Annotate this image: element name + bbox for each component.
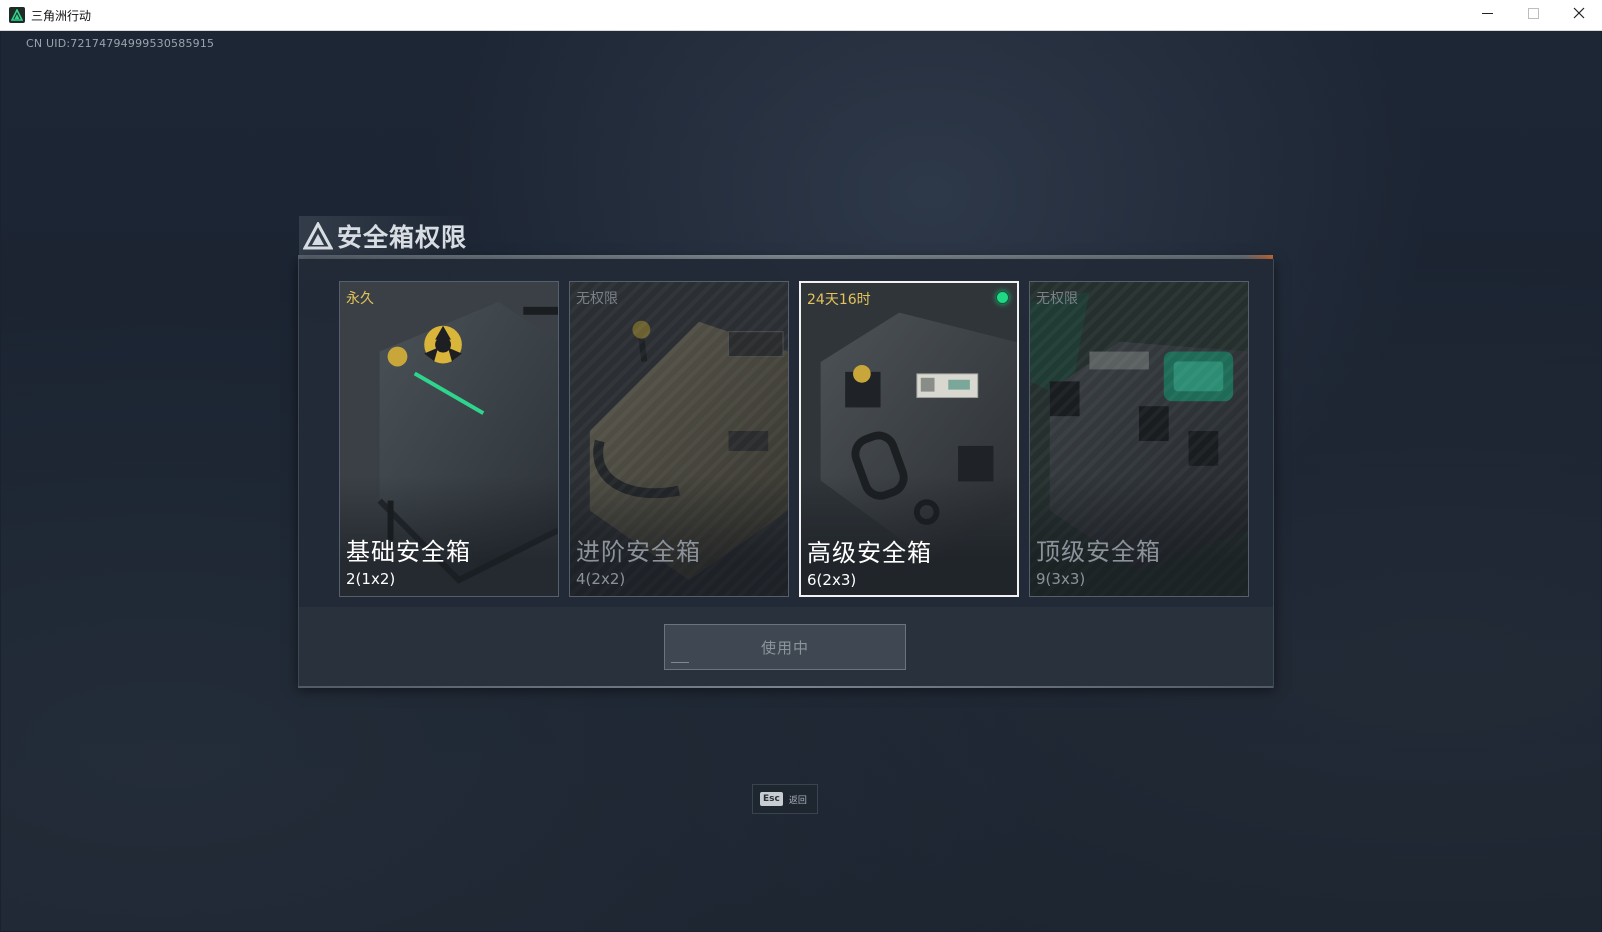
- safe-box-card-list: 永久 基础安全箱 2(1x2) 无权限 进阶安全箱 4(2x2) 24天16时 …: [339, 281, 1249, 597]
- close-icon: [1573, 7, 1585, 23]
- card-capacity: 4(2x2): [576, 570, 626, 588]
- dialog-title: 安全箱权限: [337, 223, 468, 252]
- esc-back-button[interactable]: Esc 返回: [752, 784, 818, 814]
- in-use-label: 使用中: [760, 638, 809, 657]
- app-logo-icon: [9, 7, 25, 23]
- esc-key-icon: Esc: [760, 792, 783, 806]
- card-capacity: 9(3x3): [1036, 570, 1086, 588]
- window-controls: [1464, 0, 1602, 30]
- button-corner-mark: [671, 662, 689, 663]
- maximize-icon: [1527, 7, 1539, 23]
- card-status: 无权限: [576, 291, 618, 307]
- card-capacity: 6(2x3): [807, 571, 857, 589]
- card-status: 永久: [346, 291, 374, 307]
- minimize-button[interactable]: [1464, 0, 1510, 30]
- dialog-header: 安全箱权限: [299, 216, 482, 256]
- in-use-button[interactable]: 使用中: [664, 624, 906, 670]
- card-status: 无权限: [1036, 291, 1078, 307]
- safe-box-dialog: 永久 基础安全箱 2(1x2) 无权限 进阶安全箱 4(2x2) 24天16时 …: [298, 259, 1274, 688]
- safe-box-card-top[interactable]: 无权限 顶级安全箱 9(3x3): [1029, 281, 1249, 597]
- minimize-icon: [1481, 7, 1493, 23]
- active-green-dot-icon: [996, 291, 1009, 304]
- card-name: 基础安全箱: [346, 538, 471, 566]
- window-titlebar: 三角洲行动: [0, 0, 1602, 31]
- safe-box-card-advanced[interactable]: 无权限 进阶安全箱 4(2x2): [569, 281, 789, 597]
- card-name: 高级安全箱: [807, 539, 932, 567]
- card-name: 进阶安全箱: [576, 538, 701, 566]
- maximize-button[interactable]: [1510, 0, 1556, 30]
- card-name: 顶级安全箱: [1036, 538, 1161, 566]
- close-button[interactable]: [1556, 0, 1602, 30]
- window-title: 三角洲行动: [31, 8, 92, 23]
- action-area: 使用中: [299, 607, 1273, 687]
- card-capacity: 2(1x2): [346, 570, 396, 588]
- game-viewport: CN UID:72174794999530585915 安全箱权限 永久 基础安…: [1, 31, 1601, 931]
- delta-logo-icon: [301, 219, 335, 253]
- esc-back-label: 返回: [788, 795, 807, 806]
- safe-box-card-premium[interactable]: 24天16时 高级安全箱 6(2x3): [799, 281, 1019, 597]
- dialog-bottom-divider: [298, 686, 1273, 688]
- card-status: 24天16时: [807, 292, 871, 308]
- user-uid: CN UID:72174794999530585915: [26, 37, 215, 50]
- safe-box-card-basic[interactable]: 永久 基础安全箱 2(1x2): [339, 281, 559, 597]
